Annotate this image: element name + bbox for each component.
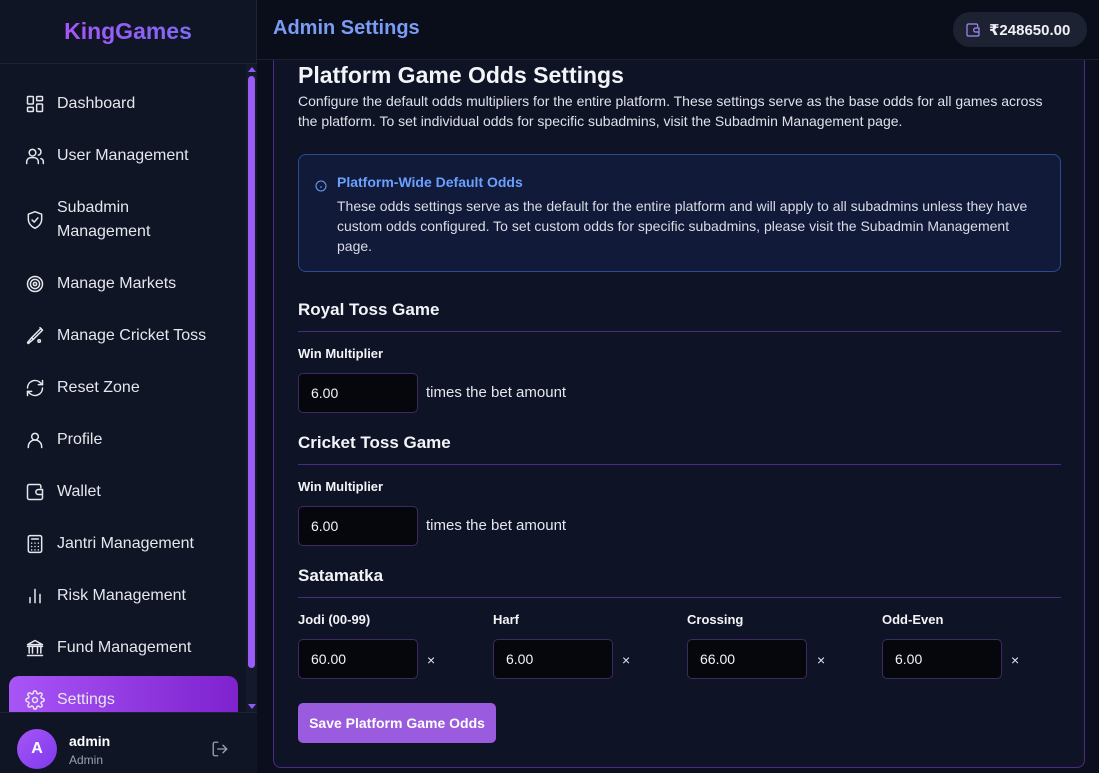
- bank-icon: [25, 638, 45, 658]
- harf-times: ×: [622, 652, 631, 668]
- card-title: Platform Game Odds Settings: [298, 62, 624, 88]
- logout-icon[interactable]: [211, 740, 229, 758]
- jodi-input[interactable]: [298, 639, 418, 679]
- card-description: Configure the default odds multipliers f…: [298, 93, 1043, 129]
- divider: [298, 597, 1061, 598]
- cricket-toss-label: Win Multiplier: [298, 479, 384, 494]
- odd-even-times: ×: [1011, 652, 1020, 668]
- gear-icon: [25, 690, 45, 710]
- sidebar-item-label: Wallet: [57, 483, 101, 500]
- satamatka-title: Satamatka: [298, 566, 384, 585]
- sidebar-item-risk-management[interactable]: Risk Management: [9, 584, 238, 608]
- page-title: Admin Settings: [273, 17, 420, 39]
- royal-toss-multiplier-input[interactable]: [298, 373, 418, 413]
- sidebar-item-label: User Management: [57, 147, 189, 164]
- target-icon: [25, 274, 45, 294]
- harf-label: Harf: [493, 612, 520, 627]
- jodi-label: Jodi (00-99): [298, 612, 371, 627]
- sidebar: KingGames Dashboard User Management Suba…: [0, 0, 257, 773]
- scroll-up-arrow-icon[interactable]: [248, 67, 256, 72]
- info-title: Platform-Wide Default Odds: [337, 174, 523, 190]
- sidebar-item-fund-management[interactable]: Fund Management: [9, 636, 238, 660]
- balance-amount: ₹248650.00: [989, 21, 1071, 39]
- sidebar-item-label: Manage Markets: [57, 275, 177, 292]
- harf-input[interactable]: [493, 639, 613, 679]
- users-icon: [25, 146, 45, 166]
- sidebar-item-label: Settings: [57, 691, 115, 708]
- sidebar-item-reset-zone[interactable]: Reset Zone: [9, 376, 238, 400]
- sidebar-item-manage-markets[interactable]: Manage Markets: [9, 272, 238, 296]
- info-box: Platform-Wide Default Odds These odds se…: [298, 154, 1061, 272]
- sidebar-item-label: Jantri Management: [57, 535, 194, 552]
- user-role: Admin: [69, 753, 104, 767]
- odd-even-label: Odd-Even: [882, 612, 944, 627]
- crossing-label: Crossing: [687, 612, 744, 627]
- sidebar-item-label: Profile: [57, 431, 103, 448]
- info-icon: [315, 179, 327, 192]
- brand-logo[interactable]: KingGames: [0, 0, 256, 64]
- odds-settings-card: Platform Game Odds Settings Configure th…: [273, 60, 1085, 768]
- sidebar-item-manage-cricket-toss[interactable]: Manage Cricket Toss: [9, 324, 238, 348]
- save-odds-button[interactable]: Save Platform Game Odds: [298, 703, 496, 743]
- wallet-icon: [25, 482, 45, 502]
- cricket-toss-multiplier-input[interactable]: [298, 506, 418, 546]
- user-icon: [25, 430, 45, 450]
- sidebar-item-label: Fund Management: [57, 639, 192, 656]
- royal-toss-suffix: times the bet amount: [426, 384, 567, 401]
- dashboard-icon: [25, 94, 45, 114]
- info-text: These odds settings serve as the default…: [337, 198, 1028, 254]
- balance-badge[interactable]: ₹248650.00: [953, 12, 1087, 47]
- sidebar-item-subadmin-management[interactable]: Subadmin Management: [9, 196, 238, 244]
- wallet-icon: [965, 22, 981, 38]
- bar-chart-icon: [25, 586, 45, 606]
- brand-name: KingGames: [64, 18, 192, 44]
- sidebar-item-label: Dashboard: [57, 95, 136, 112]
- sidebar-item-label: Subadmin Management: [57, 199, 151, 240]
- sidebar-item-wallet[interactable]: Wallet: [9, 480, 238, 504]
- cricket-toss-title: Cricket Toss Game: [298, 433, 451, 452]
- calculator-icon: [25, 534, 45, 554]
- sidebar-nav: Dashboard User Management Subadmin Manag…: [0, 64, 245, 712]
- crossing-input[interactable]: [687, 639, 807, 679]
- royal-toss-label: Win Multiplier: [298, 346, 384, 361]
- refresh-icon: [25, 378, 45, 398]
- sidebar-scrollbar[interactable]: [246, 64, 257, 712]
- royal-toss-title: Royal Toss Game: [298, 300, 440, 319]
- crossing-times: ×: [817, 652, 826, 668]
- shield-check-icon: [25, 210, 45, 230]
- sidebar-item-dashboard[interactable]: Dashboard: [9, 92, 238, 116]
- sidebar-item-label: Manage Cricket Toss: [57, 327, 207, 344]
- divider: [298, 464, 1061, 465]
- sidebar-item-label: Reset Zone: [57, 379, 140, 396]
- sidebar-item-label: Risk Management: [57, 587, 186, 604]
- user-name: admin: [69, 733, 111, 749]
- odd-even-input[interactable]: [882, 639, 1002, 679]
- jodi-times: ×: [427, 652, 436, 668]
- divider: [298, 331, 1061, 332]
- sidebar-item-settings[interactable]: Settings: [9, 676, 238, 712]
- scroll-thumb[interactable]: [248, 76, 255, 668]
- scroll-down-arrow-icon[interactable]: [248, 704, 256, 709]
- cricket-toss-suffix: times the bet amount: [426, 517, 567, 534]
- top-header: Admin Settings ₹248650.00: [257, 0, 1099, 60]
- sidebar-item-jantri-management[interactable]: Jantri Management: [9, 532, 238, 556]
- sidebar-item-user-management[interactable]: User Management: [9, 144, 238, 168]
- avatar[interactable]: A: [17, 729, 57, 769]
- cricket-bat-icon: [25, 326, 45, 346]
- sidebar-item-profile[interactable]: Profile: [9, 428, 238, 452]
- user-footer: A admin Admin: [0, 712, 257, 773]
